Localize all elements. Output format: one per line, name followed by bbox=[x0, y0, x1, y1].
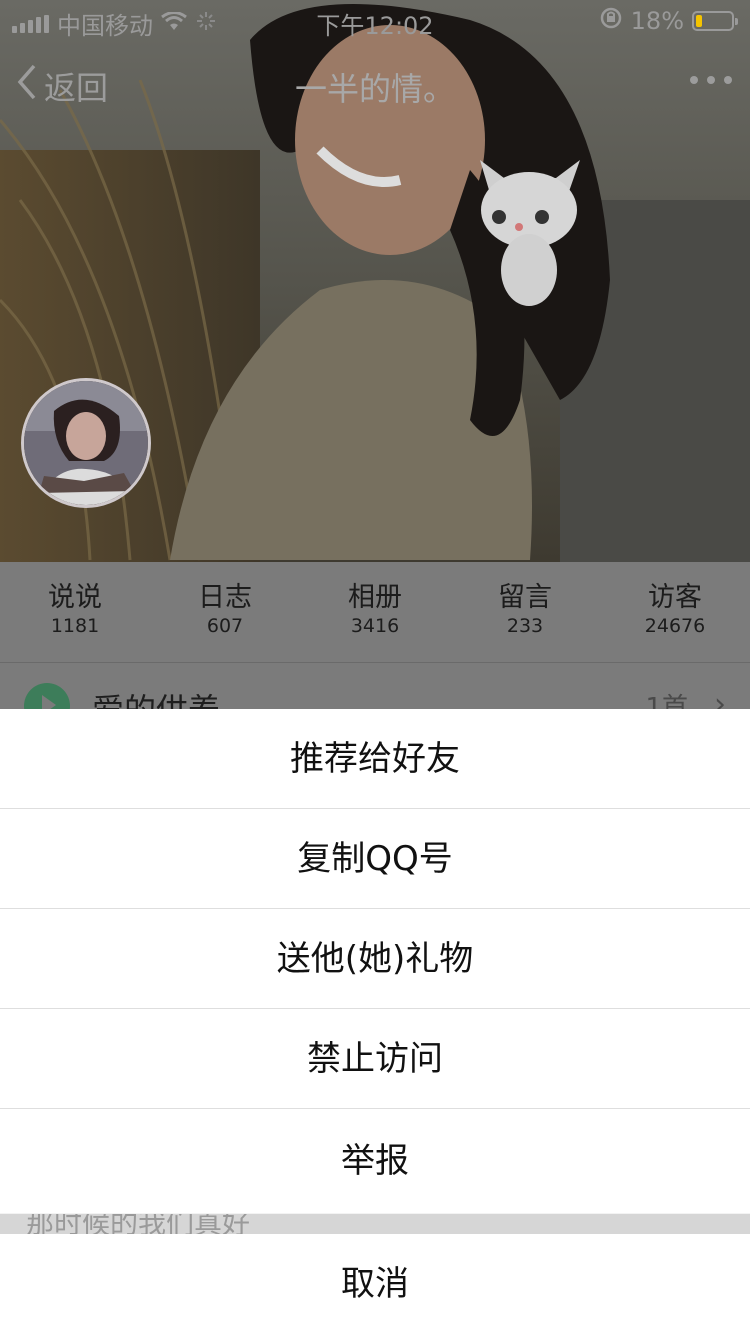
rotation-lock-icon bbox=[599, 6, 623, 36]
stat-value: 24676 bbox=[644, 615, 706, 637]
stat-label: 相册 bbox=[348, 582, 402, 613]
battery-percent: 18% bbox=[630, 7, 684, 35]
stat-label: 访客 bbox=[648, 582, 702, 613]
avatar[interactable] bbox=[21, 378, 151, 508]
stat-value: 233 bbox=[506, 615, 544, 637]
chevron-right-icon: › bbox=[714, 687, 726, 709]
stat-value: 1181 bbox=[50, 615, 100, 637]
qzone-profile-screen: 中国移动 下午12:02 18% 返回 一半的情。 说说 1181 日志 607… bbox=[0, 0, 750, 1334]
nav-bar: 返回 一半的情。 bbox=[0, 50, 750, 120]
stat-shuoshuo[interactable]: 说说 1181 bbox=[0, 562, 150, 662]
cancel-button[interactable]: 取消 bbox=[0, 1234, 750, 1334]
stat-value: 607 bbox=[206, 615, 244, 637]
status-right: 18% bbox=[599, 6, 738, 36]
page-title: 一半的情。 bbox=[294, 70, 455, 108]
stat-messages[interactable]: 留言 233 bbox=[450, 562, 600, 662]
battery-level bbox=[696, 15, 703, 27]
avatar-image bbox=[24, 381, 148, 505]
stat-blog[interactable]: 日志 607 bbox=[150, 562, 300, 662]
status-bar: 中国移动 下午12:02 18% bbox=[0, 0, 750, 40]
action-sheet-separator: 那时候的我们真好 bbox=[0, 1214, 750, 1234]
stat-label: 留言 bbox=[498, 582, 552, 613]
stat-label: 日志 bbox=[198, 582, 252, 613]
music-count: 1首 bbox=[645, 693, 688, 709]
play-icon bbox=[24, 683, 70, 709]
report-button[interactable]: 举报 bbox=[0, 1109, 750, 1213]
stat-label: 说说 bbox=[48, 582, 102, 613]
copy-qq-number-button[interactable]: 复制QQ号 bbox=[0, 809, 750, 909]
stats-bar: 说说 1181 日志 607 相册 3416 留言 233 访客 24676 bbox=[0, 562, 750, 662]
more-dots-icon[interactable] bbox=[690, 76, 732, 84]
stat-value: 3416 bbox=[350, 615, 400, 637]
block-access-button[interactable]: 禁止访问 bbox=[0, 1009, 750, 1109]
send-gift-button[interactable]: 送他(她)礼物 bbox=[0, 909, 750, 1009]
action-sheet: 推荐给好友 复制QQ号 送他(她)礼物 禁止访问 举报 bbox=[0, 709, 750, 1213]
background-post-text: 那时候的我们真好 bbox=[26, 1214, 251, 1234]
stat-album[interactable]: 相册 3416 bbox=[300, 562, 450, 662]
music-title: 爱的供养 bbox=[92, 685, 220, 709]
music-row[interactable]: 爱的供养 1首 › bbox=[0, 663, 750, 709]
stat-visitors[interactable]: 访客 24676 bbox=[600, 562, 750, 662]
recommend-to-friend-button[interactable]: 推荐给好友 bbox=[0, 709, 750, 809]
battery-icon bbox=[692, 11, 738, 31]
